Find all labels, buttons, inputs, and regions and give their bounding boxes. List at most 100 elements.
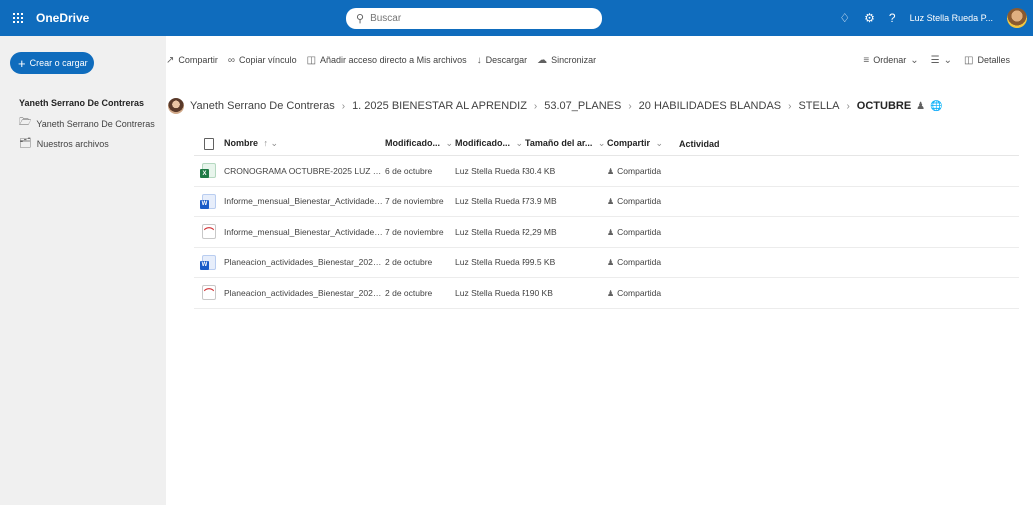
sync-command[interactable]: ☁ Sincronizar	[537, 55, 596, 66]
file-sharing[interactable]: ♟ Compartida	[607, 196, 679, 206]
premium-diamond-icon[interactable]: ♢	[839, 11, 850, 25]
chevron-right-icon: ›	[788, 100, 792, 112]
owner-avatar	[168, 98, 184, 114]
pdf-file-icon	[202, 224, 216, 240]
chevron-right-icon: ›	[533, 100, 538, 112]
nav-item-our-files[interactable]: 🗂 Nuestros archivos	[19, 138, 109, 149]
people-icon: ♟	[607, 227, 615, 237]
excel-file-icon	[200, 163, 216, 179]
column-header-name[interactable]: Nombre ↑ ⌄	[224, 138, 385, 149]
details-command[interactable]: ◫ Detalles	[964, 55, 1010, 66]
download-command[interactable]: ↓ Descargar	[477, 55, 528, 66]
nav-item-label: Yaneth Serrano De Contreras	[36, 118, 155, 129]
user-avatar[interactable]	[1007, 8, 1027, 28]
sort-ascending-icon: ↑ ⌄	[263, 138, 279, 148]
breadcrumb-item[interactable]: STELLA	[798, 100, 839, 112]
search-box[interactable]: ⚲	[346, 8, 602, 29]
shared-people-icon[interactable]: ♟	[916, 101, 925, 112]
file-name[interactable]: Informe_mensual_Bienestar_Actividades O.…	[224, 196, 385, 206]
sort-command[interactable]: ≡ Ordenar ⌄	[863, 55, 918, 66]
column-header-size[interactable]: Tamaño del ar... ⌄	[525, 138, 607, 149]
table-row[interactable]: Planeacion_actividades_Bienestar_2025 LU…	[194, 278, 1019, 309]
sharing-label: Compartida	[617, 287, 662, 298]
file-name[interactable]: CRONOGRAMA OCTUBRE-2025 LUZ STEL...	[224, 166, 385, 176]
settings-gear-icon[interactable]: ⚙	[864, 11, 875, 25]
file-size: 2,29 MB	[525, 226, 557, 237]
file-name[interactable]: Informe_mensual_Bienestar_Actividades O.…	[224, 227, 385, 237]
create-upload-button[interactable]: + Crear o cargar	[10, 52, 94, 74]
column-header-activity[interactable]: Actividad	[679, 139, 759, 149]
column-header-modified-by[interactable]: Modificado... ⌄	[455, 138, 525, 149]
details-pane-icon: ◫	[964, 54, 974, 66]
word-file-icon	[200, 193, 216, 209]
people-icon: ♟	[607, 166, 615, 176]
nav-item-owner-files[interactable]: 🗁 Yaneth Serrano De Contreras	[19, 115, 155, 132]
table-row[interactable]: CRONOGRAMA OCTUBRE-2025 LUZ STEL... 6 de…	[194, 156, 1019, 187]
search-input[interactable]	[370, 13, 571, 24]
copy-link-command[interactable]: ∞ Copiar vínculo	[228, 55, 297, 66]
sharing-label: Compartida	[617, 165, 662, 176]
sync-label: Sincronizar	[551, 55, 597, 65]
table-row[interactable]: Planeacion_actividades_Bienestar_2025 LU…	[194, 248, 1019, 278]
top-right-controls: ♢ ⚙ ? Luz Stella Rueda P...	[839, 0, 1027, 36]
file-modified-by: Luz Stella Rueda Pr	[455, 257, 525, 268]
top-bar: OneDrive ⚲ ♢ ⚙ ? Luz Stella Rueda P...	[0, 0, 1033, 36]
column-header-label: Nombre	[224, 138, 259, 148]
share-icon: ↗	[166, 54, 175, 66]
file-modified-by: Luz Stella Rueda Pr	[455, 226, 525, 237]
link-icon: ∞	[227, 54, 236, 66]
table-row[interactable]: Informe_mensual_Bienestar_Actividades O.…	[194, 217, 1019, 248]
file-sharing[interactable]: ♟ Compartida	[607, 166, 679, 176]
user-name[interactable]: Luz Stella Rueda P...	[910, 13, 993, 23]
share-command[interactable]: ↗ Compartir	[166, 55, 218, 66]
breadcrumb-item[interactable]: Yaneth Serrano De Contreras	[190, 100, 335, 112]
file-sharing[interactable]: ♟ Compartida	[607, 227, 679, 237]
table-header: Nombre ↑ ⌄ Modificado... ⌄ Modificado...…	[194, 136, 1019, 156]
view-options-command[interactable]: ☰ ⌄	[931, 55, 952, 66]
add-shortcut-label: Añadir acceso directo a Mis archivos	[320, 55, 467, 65]
nav-item-label: Nuestros archivos	[36, 138, 109, 149]
file-sharing[interactable]: ♟ Compartida	[607, 288, 679, 298]
column-header-label: Modificado...	[385, 138, 440, 148]
chevron-down-icon: ⌄	[515, 138, 524, 148]
breadcrumb-item[interactable]: 1. 2025 BIENESTAR AL APRENDIZ	[352, 100, 527, 112]
column-header-label: Tamaño del ar...	[525, 138, 593, 148]
app-name[interactable]: OneDrive	[36, 11, 89, 25]
column-header-modified[interactable]: Modificado... ⌄	[385, 138, 455, 149]
file-modified: 7 de noviembre	[385, 226, 444, 237]
app-launcher-button[interactable]	[0, 0, 36, 36]
file-type-header[interactable]	[194, 137, 224, 150]
share-label: Compartir	[178, 55, 218, 65]
file-modified: 6 de octubre	[385, 165, 433, 176]
main-content: ↗ Compartir ∞ Copiar vínculo ◫ Añadir ac…	[166, 36, 1033, 505]
file-name[interactable]: Planeacion_actividades_Bienestar_2025 LU…	[224, 257, 385, 267]
globe-icon[interactable]: 🌐	[930, 101, 942, 112]
create-upload-label: Crear o cargar	[29, 58, 88, 68]
help-icon[interactable]: ?	[889, 11, 896, 25]
sharing-label: Compartida	[617, 226, 662, 237]
column-header-label: Actividad	[679, 138, 720, 149]
file-sharing[interactable]: ♟ Compartida	[607, 257, 679, 267]
column-header-sharing[interactable]: Compartir ⌄	[607, 138, 679, 149]
breadcrumb-current: OCTUBRE	[856, 100, 912, 112]
breadcrumb-item[interactable]: 20 HABILIDADES BLANDAS	[639, 100, 781, 112]
left-navigation: + Crear o cargar Yaneth Serrano De Contr…	[0, 36, 166, 505]
file-name[interactable]: Planeacion_actividades_Bienestar_2025 LU…	[224, 288, 385, 298]
download-icon: ↓	[476, 54, 482, 66]
chevron-down-icon: ⌄	[445, 138, 454, 148]
sort-icon: ≡	[863, 54, 870, 66]
list-view-icon: ☰	[930, 54, 940, 66]
file-size: 30.4 KB	[525, 165, 556, 176]
chevron-down-icon: ⌄	[655, 138, 664, 148]
people-icon: ♟	[607, 288, 615, 298]
chevron-right-icon: ›	[628, 100, 632, 112]
file-type-icon	[204, 137, 214, 150]
file-table: Nombre ↑ ⌄ Modificado... ⌄ Modificado...…	[194, 136, 1019, 309]
copy-link-label: Copiar vínculo	[239, 55, 297, 65]
add-shortcut-command[interactable]: ◫ Añadir acceso directo a Mis archivos	[307, 55, 467, 66]
people-icon: ♟	[607, 197, 615, 207]
breadcrumb-item[interactable]: 53.07_PLANES	[544, 100, 621, 112]
file-size: 190 KB	[525, 287, 553, 298]
add-shortcut-icon: ◫	[306, 54, 317, 66]
table-row[interactable]: Informe_mensual_Bienestar_Actividades O.…	[194, 187, 1019, 217]
